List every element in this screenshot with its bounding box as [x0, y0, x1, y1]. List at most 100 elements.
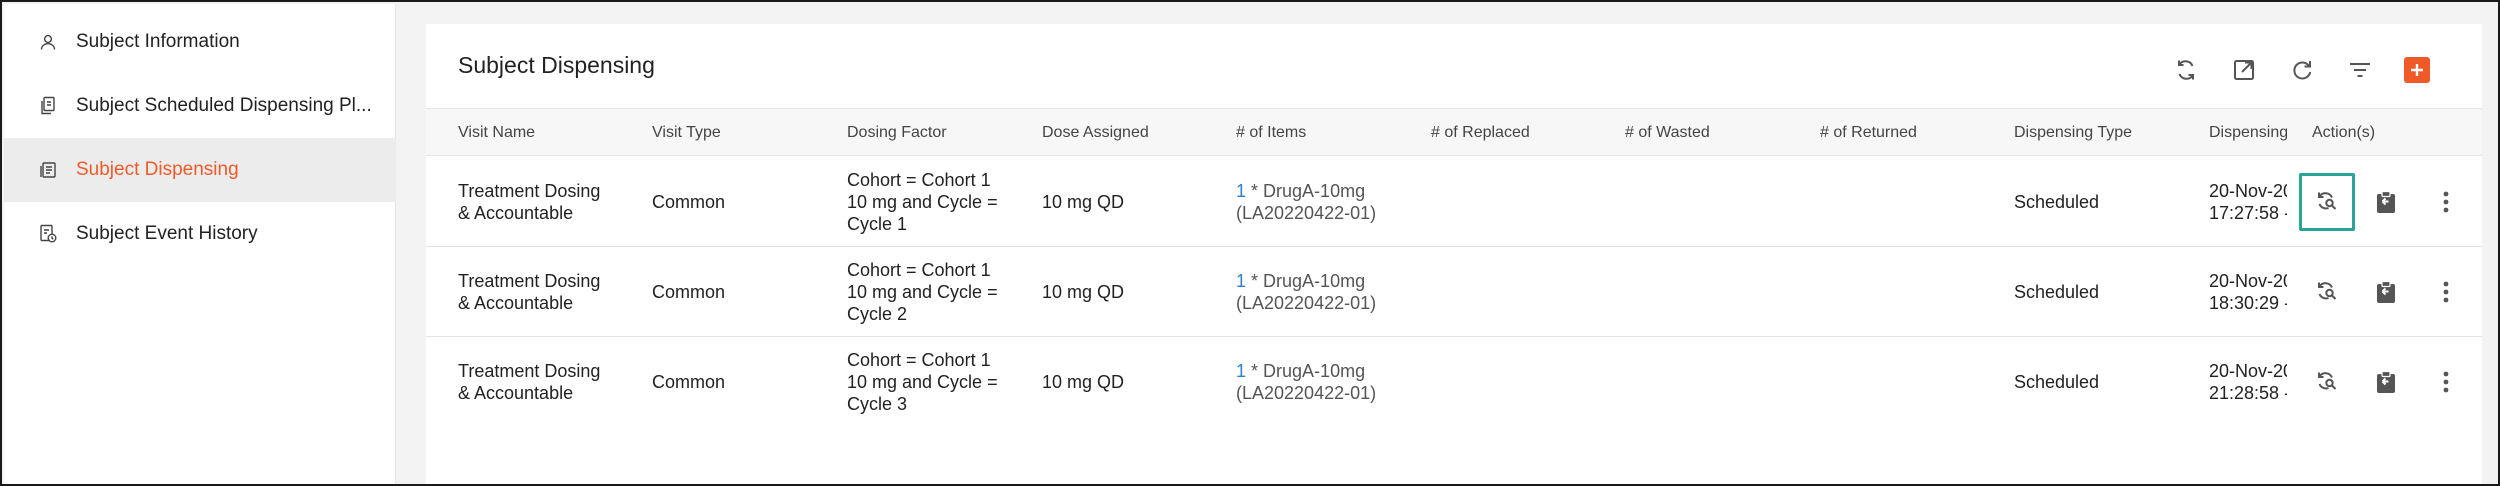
replace-button[interactable]: [2299, 173, 2355, 231]
dispensing-date-cell: 20-Nov-20:17:27:58 -9: [2209, 157, 2287, 247]
column-header-dose-assigned[interactable]: Dose Assigned: [1042, 109, 1149, 157]
dispensing-date-line: 20-Nov-20:: [2209, 181, 2287, 201]
replace-button[interactable]: [2304, 359, 2350, 405]
item-quantity-link[interactable]: 1: [1236, 181, 1246, 201]
return-button[interactable]: [2363, 179, 2409, 225]
visit-name-cell: Treatment Dosing & Accountable: [458, 247, 600, 337]
item-name: * DrugA-10mg: [1251, 361, 1366, 381]
item-lot: (LA20220422-01): [1236, 383, 1377, 403]
return-button[interactable]: [2363, 269, 2409, 315]
dosing-factor-line: Cohort = Cohort 1: [847, 260, 991, 280]
return-clipboard-icon: [2377, 190, 2395, 213]
dispensing-icon: [38, 160, 58, 180]
visit-type-cell: Common: [652, 372, 726, 392]
column-header-dispensing-date[interactable]: Dispensing D: [2209, 109, 2287, 157]
replace-search-icon: [2318, 372, 2337, 390]
dispensing-date-line: 20-Nov-20:: [2209, 271, 2287, 291]
refresh-icon: [2293, 61, 2312, 80]
add-icon: [2411, 64, 2423, 76]
dosing-factor-line: Cohort = Cohort 1: [847, 170, 991, 190]
dosing-factor-line: Cycle 2: [847, 304, 908, 324]
dosing-factor-line: Cohort = Cohort 1: [847, 350, 991, 370]
subject-dispensing-panel: Subject Dispensing Visit Name Visit Type…: [426, 24, 2482, 484]
item-quantity-link[interactable]: 1: [1236, 361, 1246, 381]
item-name: * DrugA-10mg: [1251, 181, 1366, 201]
column-header-number-of-returned[interactable]: # of Returned: [1820, 109, 1917, 157]
visit-name-line: Treatment Dosing: [458, 181, 601, 201]
item-quantity-link[interactable]: 1: [1236, 271, 1246, 291]
replace-search-icon: [2318, 192, 2337, 210]
sidebar-item-subject-scheduled-dispensing-plan[interactable]: Subject Scheduled Dispensing Pl...: [4, 74, 396, 138]
items-cell: 1 * DrugA-10mg (LA20220422-01): [1236, 157, 1376, 247]
dispensing-date-cell: 20-Nov-20:18:30:29 -9: [2209, 247, 2287, 337]
dose-assigned-cell: 10 mg QD: [1042, 282, 1125, 302]
column-header-number-of-wasted[interactable]: # of Wasted: [1625, 109, 1710, 157]
table-header: Visit Name Visit Type Dosing Factor Dose…: [426, 108, 2482, 156]
sync-button[interactable]: [2168, 52, 2204, 88]
sidebar-item-label: Subject Event History: [76, 223, 258, 244]
items-cell: 1 * DrugA-10mg (LA20220422-01): [1236, 247, 1376, 337]
sidebar-item-subject-dispensing[interactable]: Subject Dispensing: [4, 138, 396, 202]
column-header-dispensing-type[interactable]: Dispensing Type: [2014, 109, 2132, 157]
app-window: Subject Information Subject Scheduled Di…: [0, 0, 2500, 486]
table-row: Treatment Dosing & Accountable Common Coh…: [426, 337, 2482, 427]
more-options-button[interactable]: [2423, 359, 2469, 405]
sidebar: Subject Information Subject Scheduled Di…: [4, 4, 396, 484]
dosing-factor-line: Cycle 1: [847, 214, 908, 234]
more-vertical-icon: [2443, 281, 2449, 303]
visit-name-line: Treatment Dosing: [458, 361, 601, 381]
visit-name-line: Treatment Dosing: [458, 271, 601, 291]
table-row: Treatment Dosing & Accountable Common Coh…: [426, 247, 2482, 337]
dose-assigned-cell: 10 mg QD: [1042, 192, 1125, 212]
table-row: Treatment Dosing & Accountable Common Coh…: [426, 157, 2482, 247]
item-lot: (LA20220422-01): [1236, 203, 1377, 223]
dosing-factor-line: 10 mg and Cycle =: [847, 372, 998, 392]
visit-name-line: & Accountable: [458, 293, 574, 313]
open-external-button[interactable]: [2226, 52, 2262, 88]
open-external-icon: [2234, 60, 2254, 80]
visit-name-cell: Treatment Dosing & Accountable: [458, 157, 600, 247]
sync-icon: [2178, 60, 2194, 80]
table-empty-area: [426, 426, 2482, 484]
dosing-factor-line: 10 mg and Cycle =: [847, 282, 998, 302]
sidebar-item-label: Subject Scheduled Dispensing Pl...: [76, 95, 372, 116]
replace-button[interactable]: [2304, 269, 2350, 315]
column-header-number-of-replaced[interactable]: # of Replaced: [1431, 109, 1530, 157]
visit-name-line: & Accountable: [458, 383, 574, 403]
sidebar-item-subject-information[interactable]: Subject Information: [4, 10, 396, 74]
column-header-dosing-factor[interactable]: Dosing Factor: [847, 109, 947, 157]
dispensing-type-cell: Scheduled: [2014, 372, 2100, 392]
filter-button[interactable]: [2342, 52, 2378, 88]
visit-name-line: & Accountable: [458, 203, 574, 223]
column-header-visit-name[interactable]: Visit Name: [458, 109, 535, 157]
sidebar-item-label: Subject Dispensing: [76, 159, 239, 180]
dosing-factor-cell: Cohort = Cohort 1 10 mg and Cycle = Cycle …: [847, 247, 998, 337]
dispensing-type-cell: Scheduled: [2014, 282, 2100, 302]
page-title: Subject Dispensing: [458, 52, 655, 78]
visit-type-cell: Common: [652, 192, 726, 212]
visit-name-cell: Treatment Dosing & Accountable: [458, 337, 600, 427]
dose-assigned-cell: 10 mg QD: [1042, 372, 1125, 392]
person-icon: [38, 32, 58, 52]
items-cell: 1 * DrugA-10mg (LA20220422-01): [1236, 337, 1376, 427]
column-header-visit-type[interactable]: Visit Type: [652, 109, 721, 157]
replace-search-icon: [2318, 282, 2337, 300]
more-options-button[interactable]: [2423, 179, 2469, 225]
dispensing-date-line: 21:28:58 -9: [2209, 383, 2287, 403]
add-button[interactable]: [2404, 57, 2430, 83]
item-lot: (LA20220422-01): [1236, 293, 1377, 313]
sidebar-item-subject-event-history[interactable]: Subject Event History: [4, 202, 396, 266]
refresh-button[interactable]: [2284, 52, 2320, 88]
documents-icon: [38, 96, 58, 116]
dispensing-date-line: 20-Nov-20:: [2209, 361, 2287, 381]
column-header-number-of-items[interactable]: # of Items: [1236, 109, 1306, 157]
visit-type-cell: Common: [652, 282, 726, 302]
dispensing-date-cell: 20-Nov-20:21:28:58 -9: [2209, 337, 2287, 427]
return-clipboard-icon: [2377, 370, 2395, 393]
return-button[interactable]: [2363, 359, 2409, 405]
column-header-actions: Action(s): [2312, 124, 2376, 141]
more-options-button[interactable]: [2423, 269, 2469, 315]
dosing-factor-line: Cycle 3: [847, 394, 908, 414]
dispensing-date-line: 18:30:29 -9: [2209, 293, 2287, 313]
dosing-factor-line: 10 mg and Cycle =: [847, 192, 998, 212]
